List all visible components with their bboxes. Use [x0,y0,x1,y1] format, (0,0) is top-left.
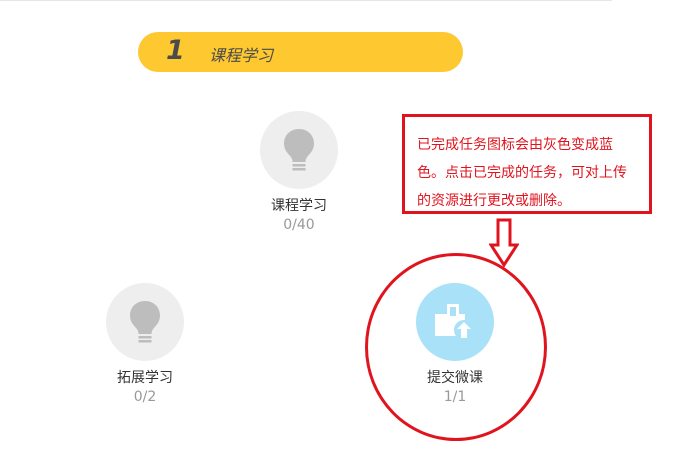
task-count: 0/40 [283,217,315,233]
lightbulb-icon [130,301,160,343]
task-label: 拓展学习 [117,370,173,386]
lightbulb-icon [284,129,314,171]
task-count: 0/2 [133,389,157,405]
top-divider [0,0,612,1]
task-label: 课程学习 [271,198,327,214]
task-icon-circle[interactable] [260,111,338,189]
task-node-extension[interactable]: 拓展学习 0/2 [85,283,205,407]
task-icon-circle[interactable] [106,283,184,361]
highlight-circle [365,253,547,441]
section-banner: 1 课程学习 [138,32,463,72]
task-node-course[interactable]: 课程学习 0/40 [239,111,359,235]
section-number: 1 [166,35,185,66]
section-title: 课程学习 [209,46,274,65]
annotation-callout: 已完成任务图标会由灰色变成蓝色。点击已完成的任务，可对上传的资源进行更改或删除。 [402,114,652,214]
